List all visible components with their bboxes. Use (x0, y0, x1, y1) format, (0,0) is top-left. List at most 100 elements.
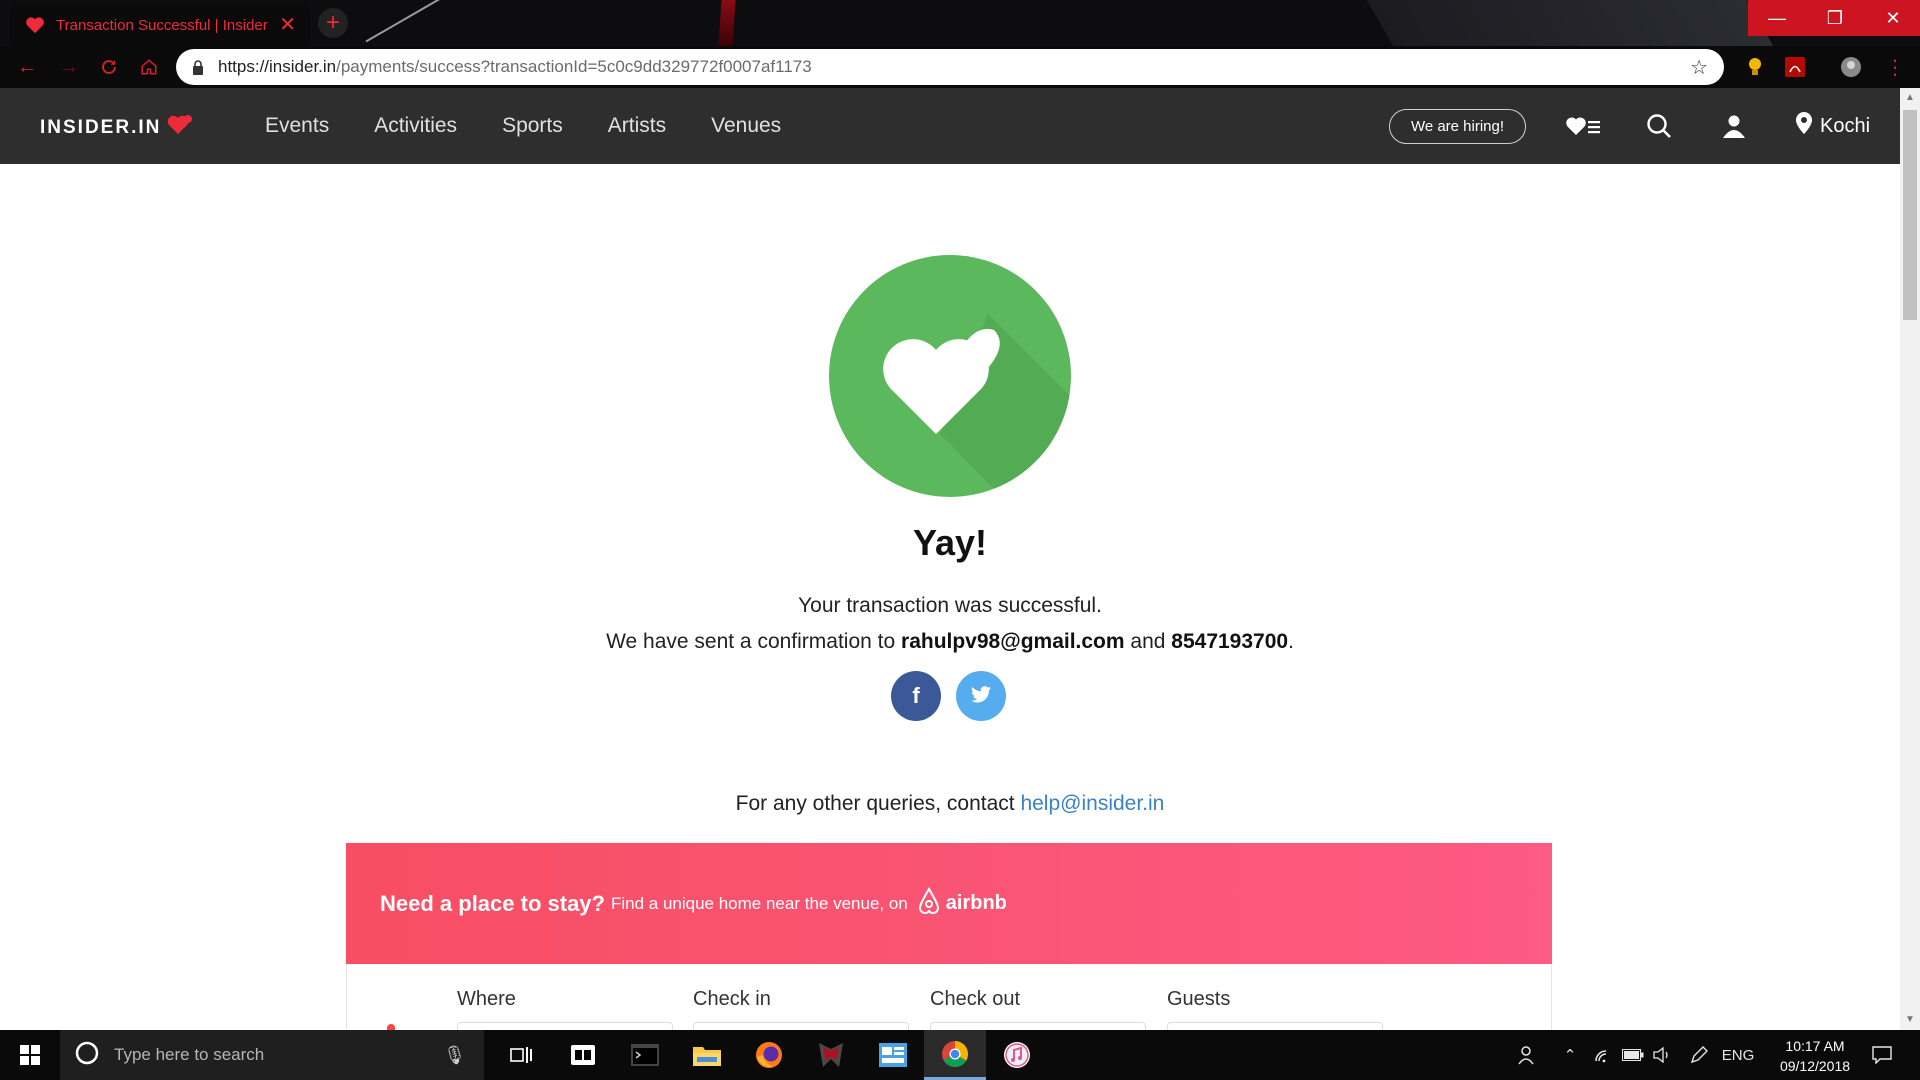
help-email-link[interactable]: help@insider.in (1020, 792, 1164, 815)
media-app-icon[interactable] (552, 1030, 614, 1080)
search-icon[interactable] (1642, 110, 1676, 142)
url-host: https://insider.in (218, 57, 337, 76)
main-nav: Events Activities Sports Artists Venues (265, 88, 781, 164)
nav-events[interactable]: Events (265, 114, 329, 138)
address-bar[interactable]: https://insider.in/payments/success?tran… (176, 49, 1724, 85)
extension-bulb-icon[interactable] (1744, 56, 1766, 78)
windows-taskbar: Type here to search 🎙 ⌃ ENG 10:17 AM 09/… (0, 1030, 1920, 1080)
url-path: /payments/success?transactionId=5c0c9dd3… (336, 57, 812, 76)
site-header: INSIDER.IN Events Activities Sports Arti… (0, 88, 1900, 164)
taskbar-search-placeholder: Type here to search (114, 1045, 265, 1064)
scroll-down-icon[interactable]: ▼ (1904, 1014, 1916, 1026)
confirm-and: and (1124, 630, 1172, 653)
page-scrollbar[interactable]: ▲ ▼ (1900, 88, 1920, 1030)
url-text: https://insider.in/payments/success?tran… (218, 57, 1690, 77)
tab-close-icon[interactable]: ✕ (279, 15, 296, 35)
nav-artists[interactable]: Artists (608, 114, 666, 138)
file-explorer-icon[interactable] (676, 1030, 738, 1080)
clock-time: 10:17 AM (1785, 1038, 1845, 1054)
browser-titlebar: Transaction Successful | Insider ✕ + — ❐… (0, 0, 1920, 46)
pen-workspace-icon[interactable] (1682, 1030, 1716, 1080)
airbnb-banner[interactable]: Need a place to stay? Find a unique home… (346, 843, 1552, 964)
airbnb-brand[interactable]: airbnb (916, 886, 1007, 921)
nav-activities[interactable]: Activities (374, 114, 457, 138)
confirmation-message: We have sent a confirmation to rahulpv98… (0, 630, 1900, 654)
forward-arrow-icon[interactable]: → (54, 52, 84, 82)
city-selector[interactable]: Kochi (1796, 110, 1870, 142)
checkout-label: Check out (930, 988, 1021, 1010)
checkin-input[interactable] (693, 1022, 909, 1030)
confirm-end: . (1288, 630, 1294, 653)
airbnb-search-form: Where Check in Check out Guests (346, 964, 1552, 1030)
where-label: Where (457, 988, 516, 1010)
twitter-share-button[interactable] (956, 671, 1006, 721)
bookmark-star-icon[interactable]: ☆ (1690, 55, 1708, 80)
browser-toolbar: ← → https://insider.in/payments/success?… (0, 46, 1920, 88)
facebook-share-button[interactable]: f (891, 671, 941, 721)
restore-button[interactable]: ❐ (1806, 0, 1864, 36)
volume-icon[interactable] (1648, 1030, 1678, 1080)
windows-start-icon[interactable] (0, 1030, 60, 1080)
home-icon[interactable] (134, 52, 164, 82)
cortana-icon (74, 1040, 100, 1071)
microphone-icon[interactable]: 🎙 (443, 1045, 466, 1066)
twitter-icon (971, 683, 991, 709)
browser-tab-active[interactable]: Transaction Successful | Insider ✕ (10, 4, 310, 46)
people-icon[interactable] (1510, 1030, 1546, 1080)
site-logo[interactable]: INSIDER.IN (40, 114, 193, 142)
itunes-icon[interactable] (986, 1030, 1048, 1080)
user-account-icon[interactable] (1717, 110, 1751, 142)
chrome-taskbar-icon[interactable] (924, 1030, 986, 1080)
taskbar-search[interactable]: Type here to search 🎙 (60, 1030, 484, 1080)
queries-text: For any other queries, contact (735, 792, 1021, 815)
checkout-input[interactable] (930, 1022, 1146, 1030)
wallpaper-decoration (1366, 0, 1774, 46)
task-view-icon[interactable] (490, 1030, 552, 1080)
airbnb-subtext: Find a unique home near the venue, on (610, 893, 908, 913)
success-heading: Yay! (912, 522, 988, 563)
profile-avatar-icon[interactable] (1840, 56, 1862, 78)
clock-date: 09/12/2018 (1779, 1058, 1851, 1074)
terminal-icon[interactable] (614, 1030, 676, 1080)
confirm-phone: 8547193700 (1171, 630, 1289, 653)
lock-icon (192, 59, 204, 75)
airbnb-headline: Need a place to stay? (380, 890, 605, 916)
control-panel-icon[interactable] (862, 1030, 924, 1080)
success-message: Your transaction was successful. (798, 594, 1102, 617)
battery-icon[interactable] (1618, 1030, 1648, 1080)
new-tab-button[interactable]: + (318, 8, 348, 38)
confirm-prefix: We have sent a confirmation to (606, 630, 902, 653)
facebook-icon: f (912, 683, 920, 708)
back-arrow-icon[interactable]: ← (12, 52, 42, 82)
wallpaper-decoration (718, 0, 736, 46)
favorites-list-icon[interactable] (1566, 110, 1600, 142)
guests-label: Guests (1167, 988, 1231, 1010)
logo-heart-icon (167, 114, 193, 142)
guests-input[interactable] (1167, 1022, 1383, 1030)
scrollbar-thumb[interactable] (1903, 110, 1917, 320)
reload-icon[interactable] (94, 52, 124, 82)
wallpaper-decoration (365, 0, 445, 43)
tab-title: Transaction Successful | Insider (56, 16, 268, 34)
location-pin-icon (1796, 112, 1812, 140)
scroll-up-icon[interactable]: ▲ (1904, 92, 1916, 104)
nav-venues[interactable]: Venues (711, 114, 781, 138)
hiring-button[interactable]: We are hiring! (1389, 109, 1526, 144)
city-name: Kochi (1820, 114, 1871, 137)
confirm-email: rahulpv98@gmail.com (901, 630, 1125, 653)
action-center-icon[interactable] (1860, 1030, 1904, 1080)
where-input[interactable] (457, 1022, 673, 1030)
pdf-extension-icon[interactable] (1784, 56, 1806, 78)
browser-menu-icon[interactable]: ⋮ (1884, 56, 1906, 79)
show-hidden-icons-icon[interactable]: ⌃ (1556, 1030, 1584, 1080)
insider-heart-icon (24, 14, 46, 36)
checkin-label: Check in (693, 988, 771, 1010)
minimize-button[interactable]: — (1748, 0, 1806, 36)
system-clock[interactable]: 10:17 AM 09/12/2018 (1760, 1036, 1870, 1076)
predator-app-icon[interactable] (800, 1030, 862, 1080)
airbnb-logo-icon (916, 886, 942, 921)
language-indicator[interactable]: ENG (1716, 1030, 1760, 1080)
close-window-button[interactable]: ✕ (1864, 0, 1920, 36)
firefox-icon[interactable] (738, 1030, 800, 1080)
nav-sports[interactable]: Sports (502, 114, 563, 138)
